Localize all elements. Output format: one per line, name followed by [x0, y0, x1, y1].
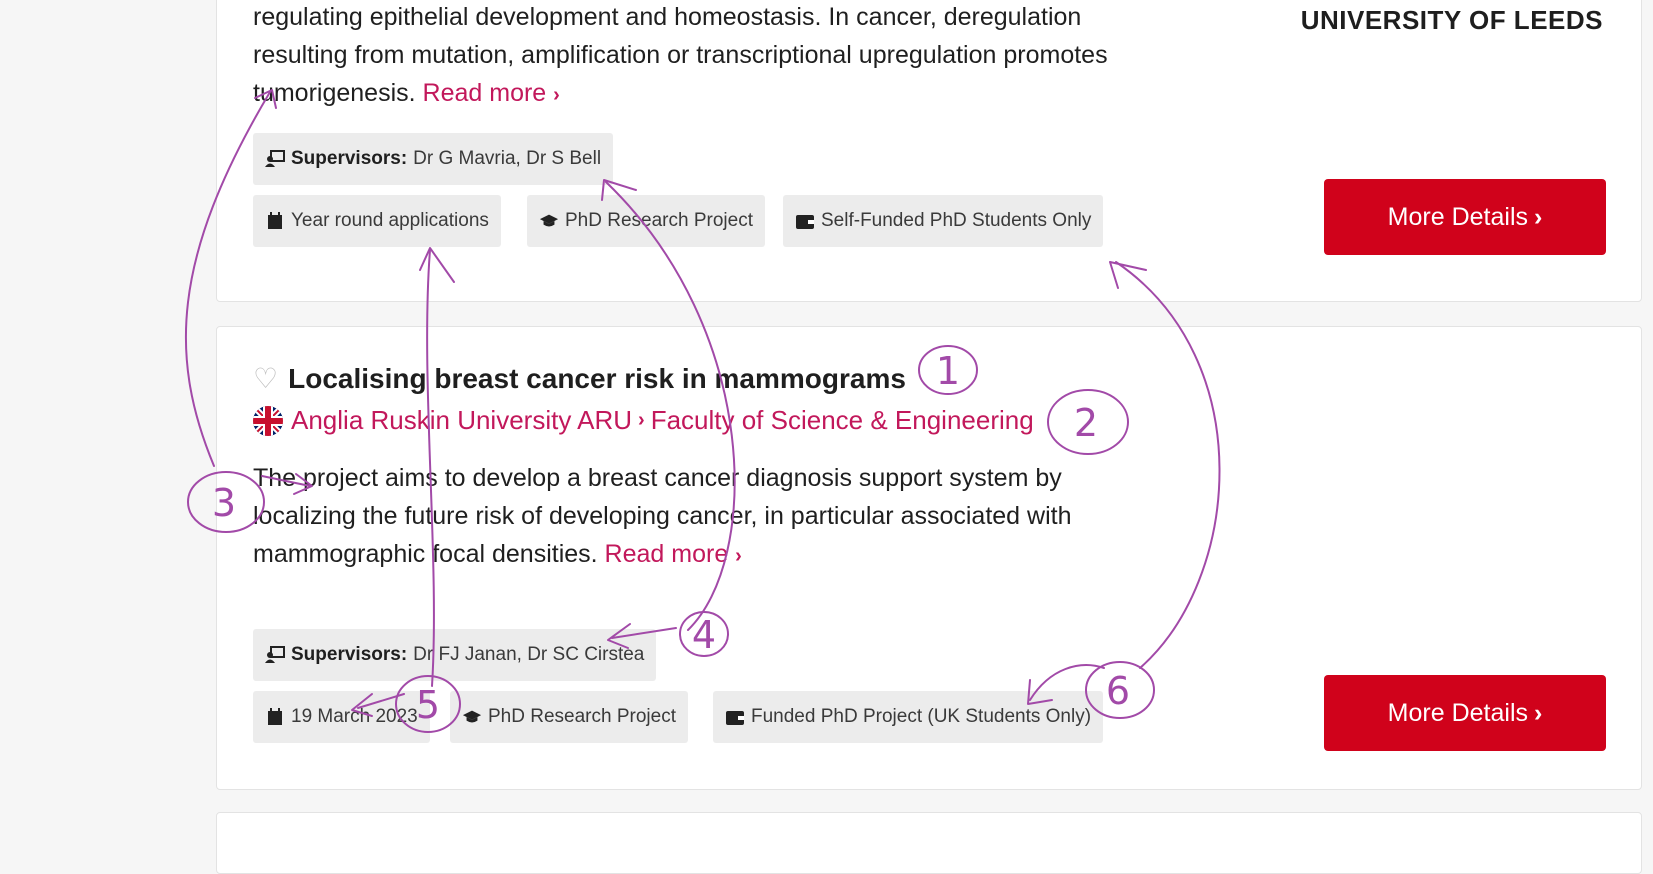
project-title[interactable]: Localising breast cancer risk in mammogr… — [288, 363, 906, 395]
description-line: tumorigenesis. — [253, 79, 416, 107]
supervisor-icon — [265, 646, 285, 664]
university-logo: UNIVERSITY OF LEEDS — [1300, 5, 1603, 35]
wallet-icon — [795, 213, 815, 229]
project-type-text: PhD Research Project — [565, 210, 753, 231]
more-details-label: More Details — [1387, 698, 1528, 727]
description-line: localizing the future risk of developing… — [253, 502, 1072, 530]
supervisors-names: Dr G Mavria, Dr S Bell — [413, 148, 602, 169]
project-type-pill: PhD Research Project — [527, 195, 765, 247]
description-line: The project aims to develop a breast can… — [253, 464, 1062, 492]
institution-link[interactable]: Anglia Ruskin University ARU — [291, 405, 632, 436]
read-more-label: Read more — [604, 540, 729, 568]
deadline-text: Year round applications — [291, 210, 489, 231]
title-row: ♡ Localising breast cancer risk in mammo… — [253, 363, 906, 395]
listing-card: ♡ Localising breast cancer risk in mammo… — [216, 326, 1642, 790]
department-link[interactable]: Faculty of Science & Engineering — [651, 405, 1034, 436]
listing-card: regulating epithelial development and ho… — [216, 0, 1642, 302]
chevron-right-icon: › — [553, 84, 560, 106]
supervisors-pill: Supervisors: Dr G Mavria, Dr S Bell — [253, 133, 614, 185]
heart-icon[interactable]: ♡ — [253, 365, 278, 393]
funding-pill: Self-Funded PhD Students Only — [783, 195, 1104, 247]
supervisor-icon — [265, 150, 285, 168]
funding-text: Funded PhD Project (UK Students Only) — [751, 706, 1092, 727]
graduation-cap-icon — [462, 709, 482, 725]
supervisors-label: Supervisors: — [291, 644, 408, 665]
read-more-link[interactable]: Read more › — [423, 79, 560, 107]
read-more-link[interactable]: Read more › — [605, 540, 742, 568]
description-line: resulting from mutation, amplification o… — [253, 41, 1108, 69]
project-type-text: PhD Research Project — [488, 706, 676, 727]
calendar-icon — [265, 708, 285, 726]
deadline-text: 19 March 2023 — [291, 706, 418, 727]
supervisors-pill: Supervisors: Dr FJ Janan, Dr SC Cirstea — [253, 629, 657, 681]
project-description: regulating epithelial development and ho… — [253, 0, 1263, 114]
deadline-pill: Year round applications — [253, 195, 501, 247]
listing-card — [216, 812, 1642, 874]
read-more-label: Read more — [422, 79, 547, 107]
more-details-button[interactable]: More Details › — [1324, 179, 1606, 255]
uk-flag-icon — [253, 405, 283, 436]
chevron-right-icon: › — [735, 545, 742, 567]
graduation-cap-icon — [539, 213, 559, 229]
project-type-pill: PhD Research Project — [450, 691, 688, 743]
funding-text: Self-Funded PhD Students Only — [821, 210, 1092, 231]
description-line: mammographic focal densities. — [253, 540, 598, 568]
chevron-right-icon: › — [638, 409, 645, 431]
chevron-right-icon: › — [1534, 698, 1543, 727]
supervisors-label: Supervisors: — [291, 148, 408, 169]
more-details-button[interactable]: More Details › — [1324, 675, 1606, 751]
more-details-label: More Details — [1387, 202, 1528, 231]
supervisors-names: Dr FJ Janan, Dr SC Cirstea — [413, 644, 645, 665]
calendar-icon — [265, 212, 285, 230]
project-description: The project aims to develop a breast can… — [253, 459, 1263, 575]
funding-pill: Funded PhD Project (UK Students Only) — [713, 691, 1104, 743]
chevron-right-icon: › — [1534, 202, 1543, 231]
deadline-pill: 19 March 2023 — [253, 691, 430, 743]
wallet-icon — [725, 709, 745, 725]
institution-row: Anglia Ruskin University ARU › Faculty o… — [253, 405, 1034, 436]
description-line: regulating epithelial development and ho… — [253, 3, 1082, 31]
